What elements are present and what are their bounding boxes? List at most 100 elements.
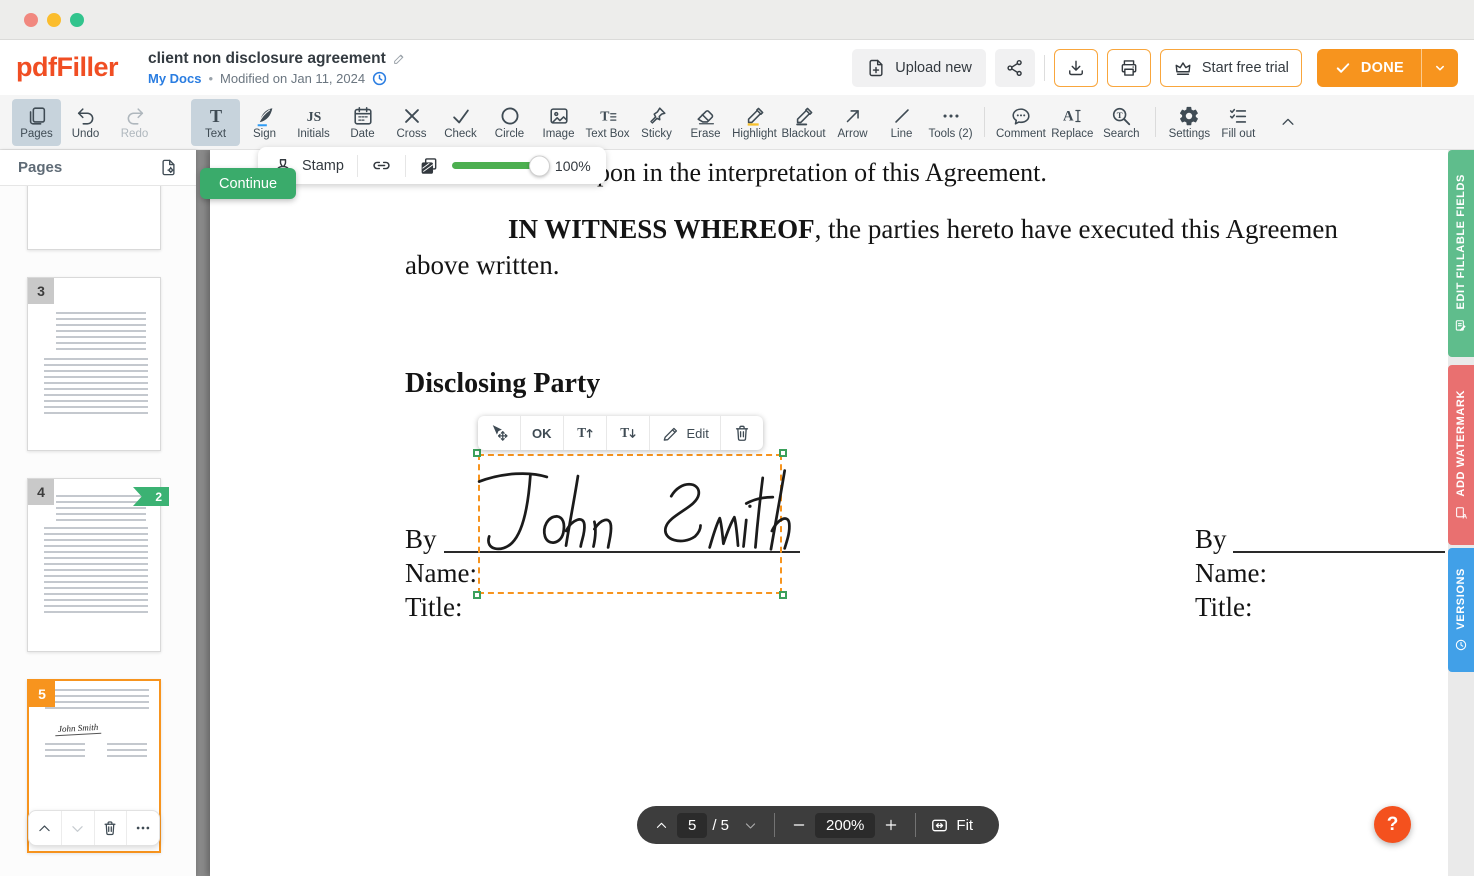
opacity-slider-knob[interactable]	[529, 155, 550, 176]
signature[interactable]	[470, 456, 792, 562]
signature-selection-box[interactable]	[478, 454, 782, 594]
page-thumbnail-4[interactable]: 42	[27, 478, 161, 652]
toolbar-item-label: Text	[205, 128, 226, 140]
previous-page-button[interactable]	[645, 806, 677, 844]
current-page-input[interactable]: 5	[677, 813, 707, 838]
modified-timestamp: Modified on Jan 11, 2024	[220, 71, 365, 86]
pagination-bar: 5 / 5 200% Fit	[637, 806, 999, 844]
doc-witness-rest: , the parties hereto have executed this …	[815, 214, 1338, 244]
toolbar-item-label: Date	[350, 128, 374, 140]
side-tab-add-watermark[interactable]: ADD WATERMARKA	[1448, 365, 1474, 545]
next-page-button[interactable]	[734, 806, 766, 844]
toolbar-item-pages[interactable]: Pages	[12, 99, 61, 146]
window-controls[interactable]	[24, 13, 84, 27]
toolbar-item-search[interactable]: TSearch	[1097, 99, 1146, 146]
collapse-toolbar-chevron-icon[interactable]	[1279, 113, 1297, 131]
fit-button[interactable]: Fit	[924, 816, 979, 835]
minimize-traffic-light[interactable]	[47, 13, 61, 27]
sticky-icon	[646, 105, 668, 127]
toolbar-item-text[interactable]: TText	[191, 99, 240, 146]
done-button[interactable]: DONE	[1317, 49, 1458, 87]
toolbar-item-fillout[interactable]: Fill out	[1214, 99, 1263, 146]
history-clock-icon[interactable]	[372, 71, 387, 86]
text-icon: T	[205, 105, 227, 127]
help-button[interactable]: ?	[1374, 806, 1411, 843]
toolbar-item-sign[interactable]: Sign	[240, 99, 289, 146]
page-thumbnail-3[interactable]: 3	[27, 277, 161, 451]
toolbar-item-replace[interactable]: AReplace	[1048, 99, 1097, 146]
print-button[interactable]	[1107, 49, 1151, 87]
breadcrumb-my-docs[interactable]: My Docs	[148, 71, 201, 86]
page-thumbnail-5[interactable]: 5John Smith	[27, 679, 161, 853]
page-settings-icon[interactable]	[159, 158, 178, 177]
toolbar-item-initials[interactable]: JSInitials	[289, 99, 338, 146]
page-thumbnail[interactable]	[27, 186, 161, 250]
side-tab-versions[interactable]: VERSIONS	[1448, 548, 1474, 672]
thumbnail-text-lines	[56, 312, 146, 352]
toolbar-item-label: Replace	[1051, 128, 1093, 140]
share-button[interactable]	[995, 49, 1035, 87]
zoom-out-button[interactable]	[783, 806, 815, 844]
delete-signature-button[interactable]	[721, 416, 763, 450]
delete-page-button[interactable]	[95, 811, 128, 845]
textbox-icon: T	[597, 105, 619, 127]
resize-handle-bottom-right[interactable]	[779, 591, 787, 599]
sign-options-toolbar: Stamp 100%	[258, 147, 606, 184]
toolbar-item-line[interactable]: Line	[877, 99, 926, 146]
svg-text:T: T	[1117, 109, 1123, 119]
close-traffic-light[interactable]	[24, 13, 38, 27]
toolbar-item-erase[interactable]: Erase	[681, 99, 730, 146]
erase-icon	[695, 105, 717, 127]
toolbar-item-label: Check	[444, 128, 477, 140]
doc-witness-bold: IN WITNESS WHEREOF	[508, 214, 815, 244]
doc-above-written: above written.	[405, 250, 559, 281]
document-viewport[interactable]: be used or relied upon in the interpreta…	[196, 150, 1474, 876]
edit-signature-button[interactable]: Edit	[650, 416, 721, 450]
circle-icon	[499, 105, 521, 127]
move-page-up-button[interactable]	[29, 811, 62, 845]
zoom-value[interactable]: 200%	[815, 813, 875, 838]
comment-icon	[1010, 105, 1032, 127]
opacity-slider[interactable]	[452, 162, 540, 169]
toolbar-item-cross[interactable]: Cross	[387, 99, 436, 146]
toolbar-item-image[interactable]: Image	[534, 99, 583, 146]
app-header: pdfFiller client non disclosure agreemen…	[0, 40, 1474, 95]
continue-button[interactable]: Continue	[200, 168, 296, 199]
more-page-options-button[interactable]	[127, 811, 159, 845]
resize-handle-bottom-left[interactable]	[473, 591, 481, 599]
blackout-icon	[793, 105, 815, 127]
toolbar-item-textbox[interactable]: TText Box	[583, 99, 632, 146]
toolbar-item-highlight[interactable]: Highlight	[730, 99, 779, 146]
fit-label: Fit	[956, 817, 973, 834]
toolbar-item-undo[interactable]: Undo	[61, 99, 110, 146]
link-button[interactable]	[358, 147, 405, 184]
zoom-in-button[interactable]	[875, 806, 907, 844]
download-button[interactable]	[1054, 49, 1098, 87]
toolbar-item-sticky[interactable]: Sticky	[632, 99, 681, 146]
svg-text:T: T	[577, 425, 586, 440]
thumbnail-controls	[28, 810, 160, 846]
side-tab-edit-fillable-fields[interactable]: EDIT FILLABLE FIELDS	[1448, 150, 1474, 357]
toolbar-item-comment[interactable]: Comment	[994, 99, 1048, 146]
right-scroll-rail[interactable]: EDIT FILLABLE FIELDS ADD WATERMARKA VERSIO…	[1448, 150, 1474, 876]
toolbar-item-blackout[interactable]: Blackout	[779, 99, 828, 146]
toolbar-item-circle[interactable]: Circle	[485, 99, 534, 146]
opacity-value: 100%	[546, 158, 604, 174]
redo-icon	[124, 105, 146, 127]
toolbar-item-date[interactable]: Date	[338, 99, 387, 146]
toolbar-item-settings[interactable]: Settings	[1165, 99, 1214, 146]
increase-size-button[interactable]: T	[564, 416, 607, 450]
toolbar-item-check[interactable]: Check	[436, 99, 485, 146]
start-free-trial-button[interactable]: Start free trial	[1160, 49, 1302, 87]
rename-icon[interactable]	[393, 52, 406, 65]
toolbar-item-arrow[interactable]: Arrow	[828, 99, 877, 146]
toolbar-item-tools[interactable]: Tools (2)	[926, 99, 975, 146]
toolbar-item-redo[interactable]: Redo	[110, 99, 159, 146]
move-handle[interactable]	[478, 416, 521, 450]
done-dropdown-caret[interactable]	[1422, 49, 1458, 87]
move-page-down-button[interactable]	[62, 811, 95, 845]
upload-new-button[interactable]: Upload new	[852, 49, 986, 87]
ok-button[interactable]: OK	[521, 416, 564, 450]
fullscreen-traffic-light[interactable]	[70, 13, 84, 27]
decrease-size-button[interactable]: T	[607, 416, 650, 450]
